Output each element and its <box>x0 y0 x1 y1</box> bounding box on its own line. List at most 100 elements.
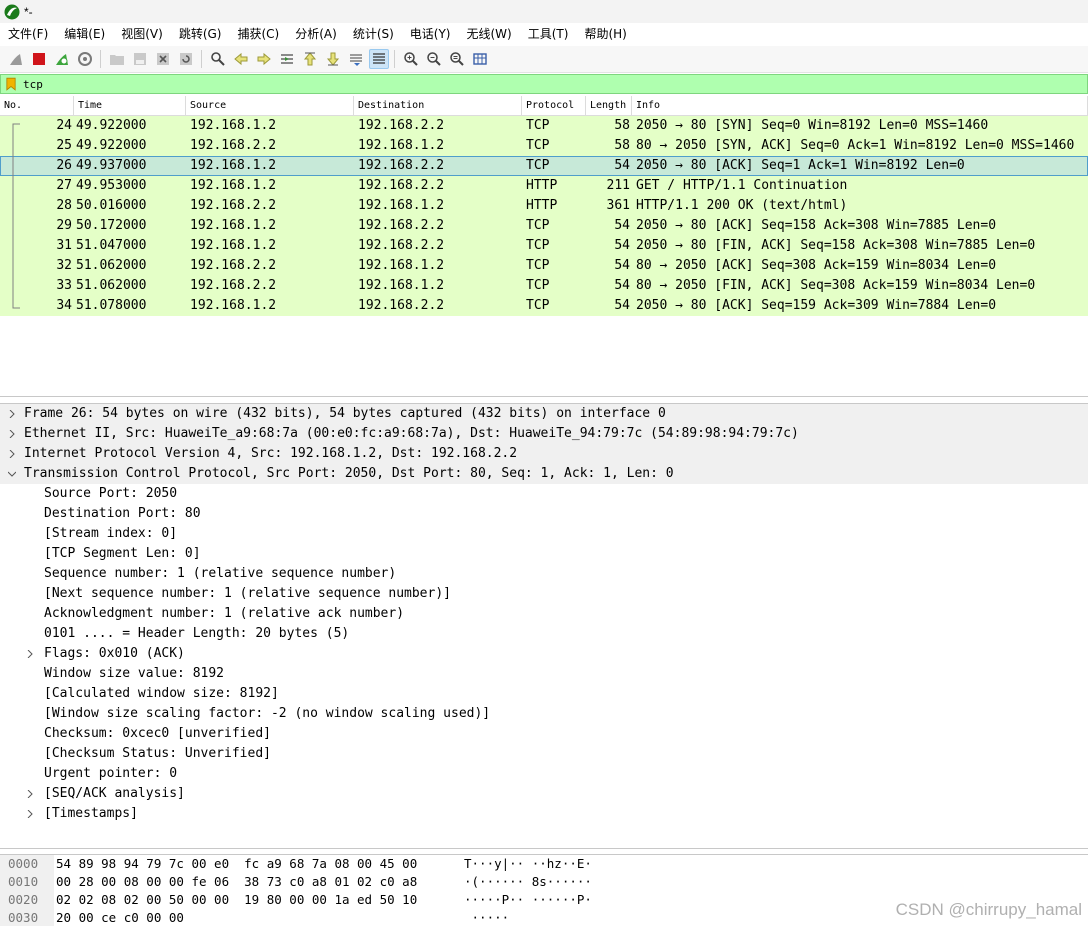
column-header-time[interactable]: Time <box>74 96 186 115</box>
wireshark-app-icon <box>4 4 20 20</box>
menu-telephony[interactable]: 电话(Y) <box>402 23 459 45</box>
watermark: CSDN @chirrupy_hamal <box>895 900 1082 919</box>
menu-wireless[interactable]: 无线(W) <box>459 23 520 45</box>
menu-view[interactable]: 视图(V) <box>113 23 171 45</box>
packet-row[interactable]: 32 51.062000 192.168.2.2 192.168.1.2 TCP… <box>0 256 1088 276</box>
detail-frame[interactable]: Frame 26: 54 bytes on wire (432 bits), 5… <box>0 404 1088 424</box>
go-last-icon[interactable] <box>323 49 343 69</box>
packet-time: 51.062000 <box>76 278 147 293</box>
detail-tcp-field[interactable]: [Window size scaling factor: -2 (no wind… <box>0 704 1088 724</box>
display-filter-input[interactable] <box>23 77 1023 91</box>
packet-info: 2050 → 80 [FIN, ACK] Seq=158 Ack=308 Win… <box>636 238 1036 253</box>
conversation-line-icon <box>12 196 14 216</box>
packet-row[interactable]: 29 50.172000 192.168.1.2 192.168.2.2 TCP… <box>0 216 1088 236</box>
detail-tcp-field[interactable]: 0101 .... = Header Length: 20 bytes (5) <box>0 624 1088 644</box>
autoscroll-icon[interactable] <box>346 49 366 69</box>
detail-tcp-field[interactable]: [Next sequence number: 1 (relative seque… <box>0 584 1088 604</box>
menu-edit[interactable]: 编辑(E) <box>56 23 113 45</box>
detail-tcp-field[interactable]: Source Port: 2050 <box>0 484 1088 504</box>
packet-destination: 192.168.1.2 <box>358 258 445 273</box>
column-header-length[interactable]: Length <box>586 96 632 115</box>
detail-timestamps[interactable]: [Timestamps] <box>0 804 1088 824</box>
packet-row-selected[interactable]: 26 49.937000 192.168.1.2 192.168.2.2 TCP… <box>0 156 1088 176</box>
menu-file[interactable]: 文件(F) <box>0 23 56 45</box>
packet-row[interactable]: 34 51.078000 192.168.1.2 192.168.2.2 TCP… <box>0 296 1088 316</box>
detail-tcp-field[interactable]: Window size value: 8192 <box>0 664 1088 684</box>
packet-time: 49.922000 <box>76 138 147 153</box>
reload-file-icon[interactable] <box>176 49 196 69</box>
zoom-out-icon[interactable] <box>424 49 444 69</box>
expand-arrow-icon[interactable] <box>24 644 36 664</box>
column-header-no[interactable]: No. <box>0 96 74 115</box>
go-first-icon[interactable] <box>300 49 320 69</box>
conversation-start-icon <box>12 123 20 136</box>
detail-tcp-flags[interactable]: Flags: 0x010 (ACK) <box>0 644 1088 664</box>
find-packet-icon[interactable] <box>208 49 228 69</box>
packet-row[interactable]: 33 51.062000 192.168.2.2 192.168.1.2 TCP… <box>0 276 1088 296</box>
bookmark-icon[interactable] <box>4 76 18 92</box>
packet-protocol: TCP <box>526 238 550 253</box>
expand-arrow-icon[interactable] <box>6 404 18 424</box>
close-file-icon[interactable] <box>153 49 173 69</box>
column-header-info[interactable]: Info <box>632 96 1088 115</box>
zoom-in-icon[interactable] <box>401 49 421 69</box>
column-header-destination[interactable]: Destination <box>354 96 522 115</box>
expand-arrow-icon[interactable] <box>6 424 18 444</box>
expand-arrow-icon[interactable] <box>24 784 36 804</box>
restart-capture-icon[interactable] <box>52 49 72 69</box>
menu-help[interactable]: 帮助(H) <box>576 23 634 45</box>
detail-tcp-field[interactable]: Urgent pointer: 0 <box>0 764 1088 784</box>
menu-analyze[interactable]: 分析(A) <box>287 23 345 45</box>
detail-tcp-field[interactable]: [Checksum Status: Unverified] <box>0 744 1088 764</box>
detail-tcp-field[interactable]: Sequence number: 1 (relative sequence nu… <box>0 564 1088 584</box>
save-file-icon[interactable] <box>130 49 150 69</box>
detail-ip[interactable]: Internet Protocol Version 4, Src: 192.16… <box>0 444 1088 464</box>
detail-tcp-field[interactable]: Acknowledgment number: 1 (relative ack n… <box>0 604 1088 624</box>
column-header-protocol[interactable]: Protocol <box>522 96 586 115</box>
packet-list-header: No. Time Source Destination Protocol Len… <box>0 96 1088 116</box>
go-forward-icon[interactable] <box>254 49 274 69</box>
packet-info: HTTP/1.1 200 OK (text/html) <box>636 198 848 213</box>
hex-offset: 0000 <box>0 855 54 873</box>
detail-seq-ack-analysis[interactable]: [SEQ/ACK analysis] <box>0 784 1088 804</box>
stop-capture-icon[interactable] <box>29 49 49 69</box>
packet-row[interactable]: 28 50.016000 192.168.2.2 192.168.1.2 HTT… <box>0 196 1088 216</box>
packet-row[interactable]: 24 49.922000 192.168.1.2 192.168.2.2 TCP… <box>0 116 1088 136</box>
resize-columns-icon[interactable] <box>470 49 490 69</box>
detail-seq-ack-text: [SEQ/ACK analysis] <box>44 786 185 801</box>
menu-go[interactable]: 跳转(G) <box>171 23 230 45</box>
packet-protocol: TCP <box>526 298 550 313</box>
expand-arrow-icon[interactable] <box>6 444 18 464</box>
packet-source: 192.168.2.2 <box>190 198 277 213</box>
packet-time: 49.953000 <box>76 178 147 193</box>
zoom-normal-icon[interactable] <box>447 49 467 69</box>
packet-source: 192.168.2.2 <box>190 138 277 153</box>
column-header-source[interactable]: Source <box>186 96 354 115</box>
go-back-icon[interactable] <box>231 49 251 69</box>
packet-row[interactable]: 27 49.953000 192.168.1.2 192.168.2.2 HTT… <box>0 176 1088 196</box>
hex-row[interactable]: 0000 54 89 98 94 79 7c 00 e0 fc a9 68 7a… <box>0 855 1088 873</box>
capture-options-icon[interactable] <box>75 49 95 69</box>
packet-row[interactable]: 25 49.922000 192.168.2.2 192.168.1.2 TCP… <box>0 136 1088 156</box>
display-filter-bar <box>0 74 1088 94</box>
detail-ethernet[interactable]: Ethernet II, Src: HuaweiTe_a9:68:7a (00:… <box>0 424 1088 444</box>
go-to-packet-icon[interactable] <box>277 49 297 69</box>
detail-tcp[interactable]: Transmission Control Protocol, Src Port:… <box>0 464 1088 484</box>
packet-source: 192.168.1.2 <box>190 178 277 193</box>
colorize-icon[interactable] <box>368 49 389 69</box>
detail-tcp-field[interactable]: [Calculated window size: 8192] <box>0 684 1088 704</box>
detail-tcp-field[interactable]: [Stream index: 0] <box>0 524 1088 544</box>
packet-row[interactable]: 31 51.047000 192.168.1.2 192.168.2.2 TCP… <box>0 236 1088 256</box>
open-file-icon[interactable] <box>107 49 127 69</box>
detail-tcp-field[interactable]: Destination Port: 80 <box>0 504 1088 524</box>
hex-row[interactable]: 0010 00 28 00 08 00 00 fe 06 38 73 c0 a8… <box>0 873 1088 891</box>
menu-statistics[interactable]: 统计(S) <box>345 23 402 45</box>
packet-length: 54 <box>614 258 630 273</box>
menu-capture[interactable]: 捕获(C) <box>229 23 287 45</box>
shark-fin-start-icon[interactable] <box>6 49 26 69</box>
detail-tcp-field[interactable]: [TCP Segment Len: 0] <box>0 544 1088 564</box>
expand-arrow-icon[interactable] <box>24 804 36 824</box>
collapse-arrow-icon[interactable] <box>6 464 18 484</box>
menu-tools[interactable]: 工具(T) <box>520 23 577 45</box>
detail-tcp-field[interactable]: Checksum: 0xcec0 [unverified] <box>0 724 1088 744</box>
